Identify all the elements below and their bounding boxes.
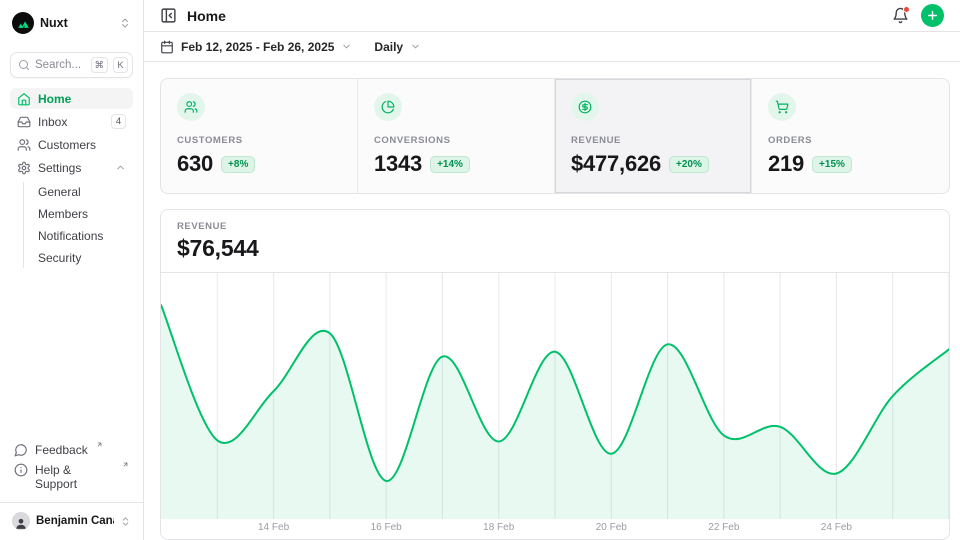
chart-metric-value: $76,544 [177,235,933,262]
stat-value: $477,626 [571,151,661,177]
search-input[interactable]: ⌘ K [10,52,133,78]
sidebar-item-label: Customers [38,138,126,152]
sidebar-spacer [10,268,133,440]
chevrons-up-down-icon [120,516,131,527]
sidebar-item-home[interactable]: Home [10,88,133,109]
shopping-cart-icon [768,93,796,121]
inbox-icon [17,115,31,129]
date-range-picker[interactable]: Feb 12, 2025 - Feb 26, 2025 [160,40,352,54]
nuxt-logo-icon [12,12,34,34]
sidebar-item-settings[interactable]: Settings [10,157,133,178]
page-title: Home [187,8,226,24]
user-name: Benjamin Canac [36,515,114,527]
feedback-link[interactable]: Feedback [10,440,133,460]
sidebar-nav: Home Inbox 4 Customers Settings [10,88,133,268]
stat-label: ORDERS [768,135,933,146]
header-actions [892,4,944,27]
notifications-button[interactable] [892,7,909,24]
sidebar-item-members[interactable]: Members [34,204,133,224]
dashboard-content: CUSTOMERS 630 +8% CONVERSIONS 1343 +14% [144,62,960,540]
plus-icon [926,9,939,22]
stat-label: CUSTOMERS [177,135,341,146]
stat-value: 630 [177,151,213,177]
period-select[interactable]: Daily [374,40,421,54]
revenue-chart-card: REVENUE $76,544 14 Feb 16 Feb 18 Feb 20 Feb… [160,209,950,540]
x-axis-tick: 18 Feb [483,522,514,533]
workspace-name: Nuxt [40,16,113,30]
filter-toolbar: Feb 12, 2025 - Feb 26, 2025 Daily [144,32,960,62]
delta-badge: +14% [430,156,470,173]
x-axis-tick: 22 Feb [708,522,739,533]
info-icon [14,463,28,477]
chevrons-up-down-icon[interactable] [119,17,131,29]
date-range-label: Feb 12, 2025 - Feb 26, 2025 [181,40,334,54]
kbd-cmd: ⌘ [91,57,109,73]
sidebar: Nuxt ⌘ K Home Inb [0,0,144,540]
stat-value: 219 [768,151,804,177]
external-link-icon [96,441,103,448]
help-support-link[interactable]: Help & Support [10,460,133,494]
revenue-area-chart [161,273,949,519]
delta-badge: +8% [221,156,255,173]
help-support-label: Help & Support [35,463,114,491]
stat-card-customers[interactable]: CUSTOMERS 630 +8% [161,79,358,193]
delta-badge: +15% [812,156,852,173]
settings-sub-list: General Members Notifications Security [23,182,133,268]
search-field[interactable] [35,59,86,71]
stat-value: 1343 [374,151,422,177]
sidebar-item-general[interactable]: General [34,182,133,202]
kbd-k: K [113,57,128,73]
top-header: Home [144,0,960,32]
users-icon [177,93,205,121]
app-window: Nuxt ⌘ K Home Inb [0,0,960,540]
circle-dollar-icon [571,93,599,121]
home-icon [17,92,31,106]
sidebar-item-label: Inbox [38,115,104,129]
gear-icon [17,161,31,175]
x-axis-tick: 14 Feb [258,522,289,533]
x-axis-tick: 20 Feb [596,522,627,533]
stat-label: REVENUE [571,135,735,146]
external-link-icon [122,461,129,468]
sidebar-item-label: Home [38,92,126,106]
avatar [12,512,30,530]
stats-row: CUSTOMERS 630 +8% CONVERSIONS 1343 +14% [160,78,950,194]
stat-card-revenue[interactable]: REVENUE $477,626 +20% [555,79,752,193]
pie-chart-icon [374,93,402,121]
chevron-down-icon [341,41,352,52]
sidebar-item-customers[interactable]: Customers [10,134,133,155]
period-label: Daily [374,40,403,54]
x-axis-tick: 16 Feb [371,522,402,533]
stat-card-conversions[interactable]: CONVERSIONS 1343 +14% [358,79,555,193]
main-area: Home Feb 12, 2025 - Feb 26, 2025 [144,0,960,540]
delta-badge: +20% [669,156,709,173]
x-axis-tick: 24 Feb [821,522,852,533]
inbox-count-badge: 4 [111,114,126,129]
stat-card-orders[interactable]: ORDERS 219 +15% [752,79,949,193]
chart-metric-label: REVENUE [177,221,933,232]
revenue-chart-svg [161,273,949,519]
users-icon [17,138,31,152]
user-menu[interactable]: Benjamin Canac [10,503,133,530]
collapse-sidebar-button[interactable] [160,7,177,24]
chevron-up-icon [115,162,126,173]
x-axis-labels: 14 Feb 16 Feb 18 Feb 20 Feb 22 Feb 24 Feb [161,519,949,539]
sidebar-item-label: Settings [38,161,108,175]
message-circle-icon [14,443,28,457]
stat-label: CONVERSIONS [374,135,538,146]
calendar-icon [160,40,174,54]
chevron-down-icon [410,41,421,52]
chart-header: REVENUE $76,544 [161,210,949,273]
sidebar-item-security[interactable]: Security [34,248,133,268]
add-button[interactable] [921,4,944,27]
workspace-selector[interactable]: Nuxt [10,8,133,38]
sidebar-item-notifications[interactable]: Notifications [34,226,133,246]
feedback-label: Feedback [35,443,88,457]
search-icon [18,59,30,71]
sidebar-item-inbox[interactable]: Inbox 4 [10,111,133,132]
